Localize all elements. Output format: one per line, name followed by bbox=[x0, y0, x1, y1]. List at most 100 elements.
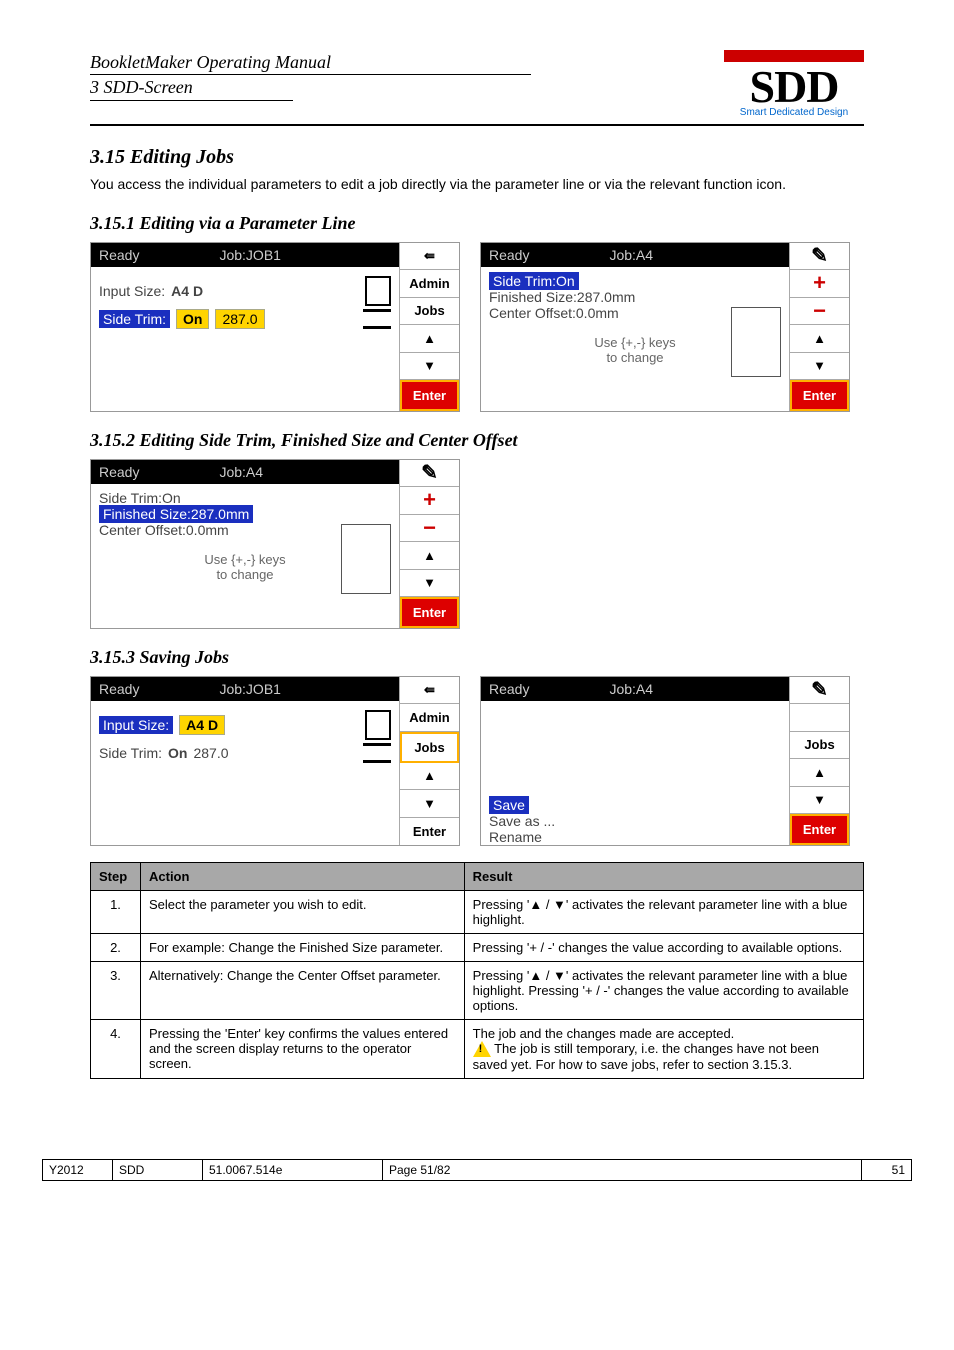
input-size-value[interactable]: A4 D bbox=[179, 715, 225, 735]
footer-page: Page 51/82 bbox=[383, 1160, 862, 1181]
section-intro: You access the individual parameters to … bbox=[90, 175, 864, 195]
enter-button[interactable]: Enter bbox=[790, 380, 849, 411]
status-label: Ready bbox=[99, 681, 139, 697]
side-trim-line[interactable]: Side Trim:On bbox=[99, 490, 391, 506]
job-label: Job:A4 bbox=[609, 247, 653, 263]
job-label: Job:JOB1 bbox=[219, 247, 280, 263]
side-trim-on: On bbox=[168, 745, 187, 761]
col-step: Step bbox=[91, 862, 141, 890]
section-heading: 3.15 Editing Jobs bbox=[90, 146, 864, 169]
down-button[interactable]: ▼ bbox=[400, 790, 459, 818]
step-result: The job and the changes made are accepte… bbox=[464, 1019, 863, 1079]
manual-title: BookletMaker Operating Manual bbox=[90, 50, 531, 75]
status-label: Ready bbox=[489, 681, 529, 697]
enter-button[interactable]: Enter bbox=[400, 380, 459, 411]
side-trim-value: 287.0 bbox=[193, 745, 228, 761]
step-num: 4. bbox=[91, 1019, 141, 1079]
chapter-title: 3 SDD-Screen bbox=[90, 75, 293, 100]
jobs-menu-screen-e: Ready Job:A4 Save Save as ... Rename ✎ J… bbox=[480, 676, 850, 846]
pencil-icon[interactable]: ✎ bbox=[790, 677, 849, 705]
subsection-1-heading: 3.15.1 Editing via a Parameter Line bbox=[90, 213, 864, 234]
footer-pagenum: 51 bbox=[862, 1160, 912, 1181]
up-button[interactable]: ▲ bbox=[400, 325, 459, 353]
status-label: Ready bbox=[99, 247, 139, 263]
edit-screen-b: Ready Job:A4 Side Trim:On Finished Size:… bbox=[480, 242, 850, 412]
side-trim-label[interactable]: Side Trim: bbox=[99, 745, 162, 761]
step-action: Select the parameter you wish to edit. bbox=[141, 890, 465, 933]
operator-screen-a: Ready Job:JOB1 Input Size: A4 D Side Tri… bbox=[90, 242, 460, 412]
subsection-3-heading: 3.15.3 Saving Jobs bbox=[90, 647, 864, 668]
logo: SDD Smart Dedicated Design bbox=[724, 50, 864, 118]
job-label: Job:A4 bbox=[219, 464, 263, 480]
input-size-label[interactable]: Input Size: bbox=[99, 716, 173, 734]
up-button[interactable]: ▲ bbox=[400, 542, 459, 570]
edit-screen-c: Ready Job:A4 Side Trim:On Finished Size:… bbox=[90, 459, 460, 629]
status-label: Ready bbox=[489, 247, 529, 263]
side-trim-value[interactable]: 287.0 bbox=[215, 309, 264, 329]
job-label: Job:A4 bbox=[609, 681, 653, 697]
side-trim-icon[interactable] bbox=[363, 743, 391, 763]
page-footer: Y2012 SDD 51.0067.514e Page 51/82 51 bbox=[42, 1159, 912, 1181]
tray-icon[interactable]: ⇚ bbox=[400, 243, 459, 271]
enter-button[interactable]: Enter bbox=[790, 814, 849, 845]
side-trim-label[interactable]: Side Trim: bbox=[99, 310, 170, 328]
step-result: Pressing '▲ / ▼' activates the relevant … bbox=[464, 961, 863, 1019]
up-button[interactable]: ▲ bbox=[400, 763, 459, 791]
rename-option[interactable]: Rename bbox=[489, 829, 781, 845]
down-button[interactable]: ▼ bbox=[790, 787, 849, 815]
step-action: Alternatively: Change the Center Offset … bbox=[141, 961, 465, 1019]
minus-button[interactable]: − bbox=[790, 298, 849, 326]
logo-tagline: Smart Dedicated Design bbox=[724, 108, 864, 118]
jobs-button[interactable]: Jobs bbox=[400, 732, 459, 763]
paper-size-icon[interactable] bbox=[365, 710, 391, 740]
logo-text: SDD bbox=[724, 64, 864, 110]
tray-icon[interactable]: ⇚ bbox=[400, 677, 459, 705]
footer-year: Y2012 bbox=[43, 1160, 113, 1181]
result-warning-text: The job is still temporary, i.e. the cha… bbox=[473, 1041, 819, 1073]
step-result: Pressing '▲ / ▼' activates the relevant … bbox=[464, 890, 863, 933]
step-action: For example: Change the Finished Size pa… bbox=[141, 933, 465, 961]
step-num: 1. bbox=[91, 890, 141, 933]
down-button[interactable]: ▼ bbox=[790, 353, 849, 381]
jobs-button[interactable]: Jobs bbox=[400, 298, 459, 326]
finished-size-line[interactable]: Finished Size:287.0mm bbox=[99, 505, 253, 523]
enter-button[interactable]: Enter bbox=[400, 818, 459, 845]
up-button[interactable]: ▲ bbox=[790, 325, 849, 353]
trim-diagram-icon bbox=[731, 307, 781, 377]
result-line: The job and the changes made are accepte… bbox=[473, 1026, 735, 1041]
finished-size-line[interactable]: Finished Size:287.0mm bbox=[489, 289, 781, 305]
step-action: Pressing the 'Enter' key confirms the va… bbox=[141, 1019, 465, 1079]
subsection-2-heading: 3.15.2 Editing Side Trim, Finished Size … bbox=[90, 430, 864, 451]
pencil-icon[interactable]: ✎ bbox=[790, 243, 849, 271]
job-label: Job:JOB1 bbox=[219, 681, 280, 697]
side-trim-icon[interactable] bbox=[363, 309, 391, 329]
col-result: Result bbox=[464, 862, 863, 890]
operator-screen-d: Ready Job:JOB1 Input Size: A4 D Side Tri… bbox=[90, 676, 460, 846]
step-num: 2. bbox=[91, 933, 141, 961]
down-button[interactable]: ▼ bbox=[400, 353, 459, 381]
trim-diagram-icon bbox=[341, 524, 391, 594]
pencil-icon[interactable]: ✎ bbox=[400, 460, 459, 488]
side-trim-line[interactable]: Side Trim:On bbox=[489, 272, 579, 290]
footer-docnum: 51.0067.514e bbox=[203, 1160, 383, 1181]
plus-button[interactable]: + bbox=[790, 270, 849, 298]
table-row: 3. Alternatively: Change the Center Offs… bbox=[91, 961, 864, 1019]
table-row: 1. Select the parameter you wish to edit… bbox=[91, 890, 864, 933]
admin-button[interactable]: Admin bbox=[400, 704, 459, 732]
plus-button[interactable]: + bbox=[400, 487, 459, 515]
minus-button[interactable]: − bbox=[400, 515, 459, 543]
up-button[interactable]: ▲ bbox=[790, 759, 849, 787]
status-label: Ready bbox=[99, 464, 139, 480]
jobs-button[interactable]: Jobs bbox=[790, 732, 849, 760]
side-trim-on[interactable]: On bbox=[176, 309, 209, 329]
paper-size-icon[interactable] bbox=[365, 276, 391, 306]
step-result: Pressing '+ / -' changes the value accor… bbox=[464, 933, 863, 961]
step-num: 3. bbox=[91, 961, 141, 1019]
enter-button[interactable]: Enter bbox=[400, 597, 459, 628]
table-row: 2. For example: Change the Finished Size… bbox=[91, 933, 864, 961]
page-header: BookletMaker Operating Manual 3 SDD-Scre… bbox=[90, 50, 864, 126]
save-option[interactable]: Save bbox=[489, 796, 529, 814]
admin-button[interactable]: Admin bbox=[400, 270, 459, 298]
save-as-option[interactable]: Save as ... bbox=[489, 813, 781, 829]
down-button[interactable]: ▼ bbox=[400, 570, 459, 598]
